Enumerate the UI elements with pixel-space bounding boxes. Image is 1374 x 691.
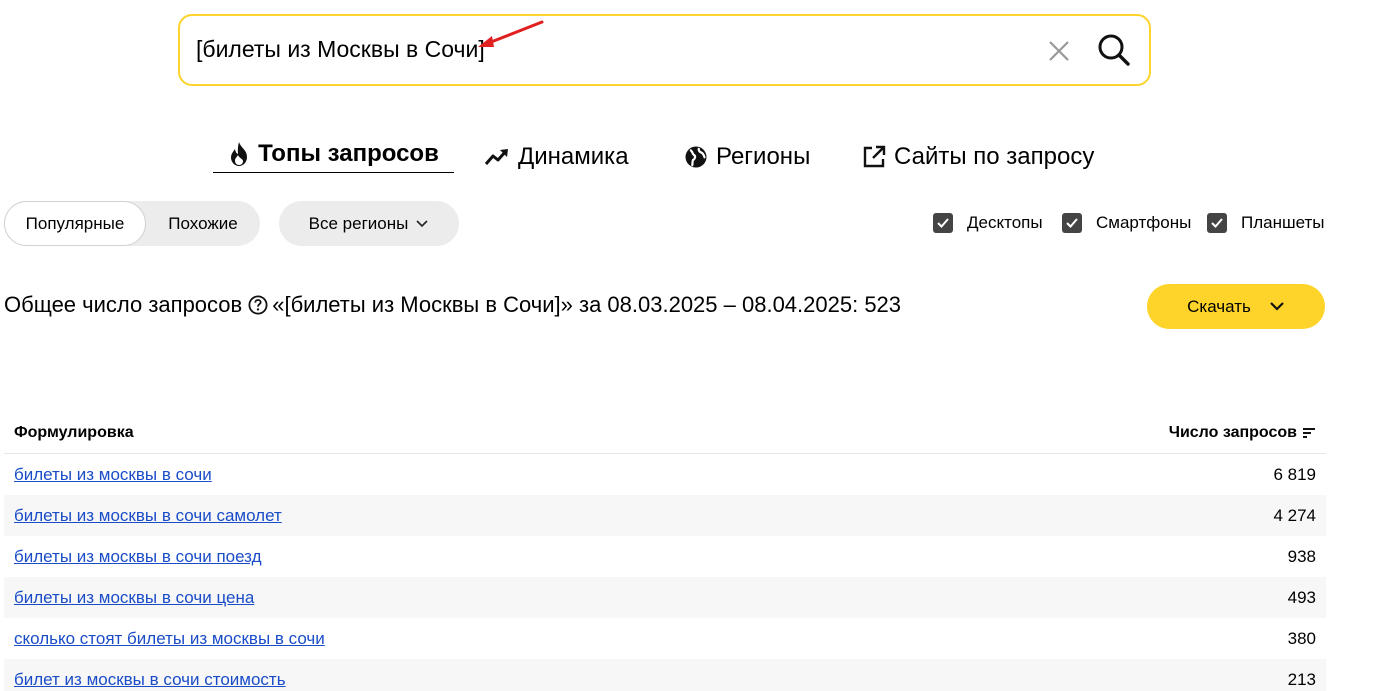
tab-regions[interactable]: Регионы [684, 140, 810, 174]
mode-popular-button[interactable]: Популярные [4, 201, 146, 246]
table-row: билеты из москвы в сочи поезд 938 [4, 536, 1326, 577]
table-row: сколько стоят билеты из москвы в сочи 38… [4, 618, 1326, 659]
globe-icon [685, 146, 707, 168]
sort-count-button[interactable]: Число запросов [1169, 424, 1316, 442]
summary-line: Общее число запросов «[билеты из Москвы … [4, 292, 901, 318]
query-count: 213 [1287, 669, 1316, 689]
table-row: билеты из москвы в сочи самолет 4 274 [4, 495, 1326, 536]
header-count: Число запросов [1168, 423, 1297, 441]
table-row: билеты из москвы в сочи 6 819 [4, 454, 1326, 495]
query-link[interactable]: сколько стоят билеты из москвы в сочи [14, 629, 325, 649]
chevron-down-icon [1270, 302, 1284, 311]
download-button[interactable]: Скачать [1147, 284, 1325, 329]
checkbox-icon [933, 213, 953, 233]
table-header: Формулировка Число запросов [4, 412, 1326, 454]
checkbox-label: Планшеты [1241, 213, 1325, 232]
query-count: 493 [1287, 587, 1316, 607]
tab-dynamics[interactable]: Динамика [484, 140, 629, 174]
fire-icon [231, 141, 248, 166]
summary-label: Общее число запросов [4, 292, 243, 317]
search-icon[interactable] [1096, 32, 1132, 68]
external-link-icon [863, 145, 886, 168]
summary-text: «[билеты из Москвы в Сочи]» за 08.03.202… [272, 292, 902, 317]
table-body: билеты из москвы в сочи 6 819 билеты из … [4, 454, 1326, 691]
table-row: билет из москвы в сочи стоимость 213 [4, 659, 1326, 691]
query-link[interactable]: билеты из москвы в сочи цена [14, 588, 254, 608]
sort-icon [1303, 427, 1315, 438]
mode-switch: Популярные Похожие [4, 201, 260, 246]
checkbox-label: Смартфоны [1096, 213, 1192, 232]
tab-sites[interactable]: Сайты по запросу [862, 140, 1094, 174]
query-count: 4 274 [1273, 505, 1316, 525]
query-count: 6 819 [1273, 464, 1316, 484]
checkbox-tablets[interactable]: Планшеты [1207, 213, 1325, 233]
trend-icon [484, 149, 508, 165]
checkbox-icon [1062, 213, 1082, 233]
tab-label: Регионы [716, 143, 811, 170]
query-link[interactable]: билеты из москвы в сочи поезд [14, 547, 262, 567]
query-link[interactable]: билет из москвы в сочи стоимость [14, 670, 286, 690]
region-label: Все регионы [308, 213, 409, 233]
checkbox-icon [1207, 213, 1227, 233]
chevron-down-icon [416, 219, 428, 227]
tab-label: Динамика [518, 143, 629, 170]
checkbox-label: Десктопы [967, 213, 1043, 232]
close-icon[interactable] [1046, 38, 1072, 64]
search-bar: [билеты из Москвы в Сочи] [178, 14, 1151, 86]
table-row: билеты из москвы в сочи цена 493 [4, 577, 1326, 618]
download-label: Скачать [1187, 296, 1251, 316]
header-phrase: Формулировка [14, 423, 134, 441]
queries-table: Формулировка Число запросов билеты из мо… [4, 412, 1326, 691]
region-select[interactable]: Все регионы [279, 201, 459, 246]
help-icon[interactable] [248, 295, 268, 315]
search-input[interactable]: [билеты из Москвы в Сочи] [196, 36, 485, 63]
query-link[interactable]: билеты из москвы в сочи [14, 465, 212, 485]
mode-similar-button[interactable]: Похожие [146, 201, 260, 246]
checkbox-smartphones[interactable]: Смартфоны [1062, 213, 1191, 233]
tab-label: Топы запросов [258, 139, 439, 167]
tab-top-queries[interactable]: Топы запросов [213, 139, 454, 173]
checkbox-desktop[interactable]: Десктопы [933, 213, 1043, 233]
query-link[interactable]: билеты из москвы в сочи самолет [14, 506, 282, 526]
tab-label: Сайты по запросу [894, 143, 1095, 170]
query-count: 938 [1287, 546, 1316, 566]
query-count: 380 [1287, 628, 1316, 648]
